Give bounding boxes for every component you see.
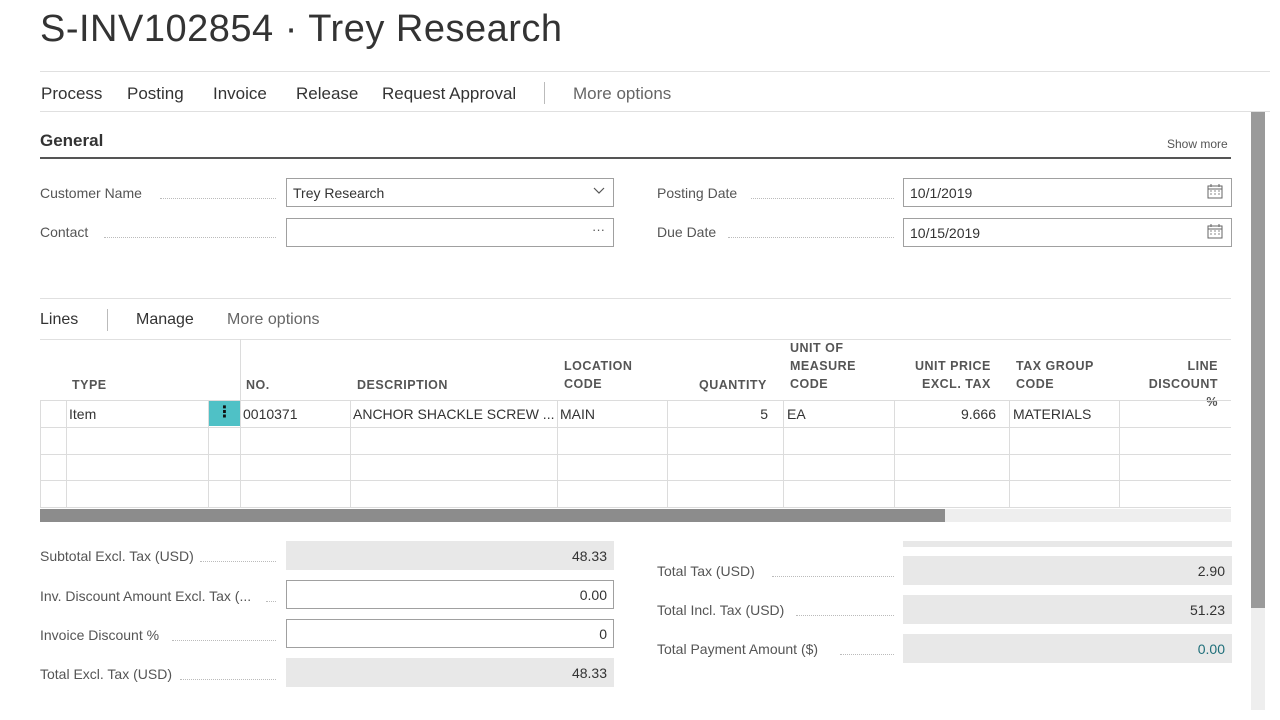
- cell-description[interactable]: ANCHOR SHACKLE SCREW ...: [353, 406, 555, 422]
- leader-dots: [728, 236, 894, 238]
- tab-lines[interactable]: Lines: [40, 311, 78, 329]
- action-more-options[interactable]: More options: [573, 84, 671, 104]
- total-excl-tax-label: Total Excl. Tax (USD): [40, 666, 172, 682]
- action-request-approval[interactable]: Request Approval: [382, 84, 516, 104]
- due-date-value: 10/15/2019: [910, 225, 981, 241]
- grid-row-line: [40, 454, 1231, 455]
- col-header-location-code[interactable]: LOCATION CODE: [564, 357, 632, 393]
- leader-dots: [266, 600, 276, 602]
- grid-row-line: [40, 480, 1231, 481]
- tab-more-options[interactable]: More options: [227, 311, 320, 329]
- posting-date-label: Posting Date: [657, 185, 738, 201]
- action-invoice[interactable]: Invoice: [213, 84, 267, 104]
- cell-location-code[interactable]: MAIN: [560, 406, 595, 422]
- leader-dots: [772, 575, 894, 577]
- col-header-unit-price[interactable]: UNIT PRICE EXCL. TAX: [915, 357, 991, 393]
- tab-manage[interactable]: Manage: [136, 311, 194, 329]
- cell-uom-code[interactable]: EA: [787, 406, 806, 422]
- leader-dots: [796, 614, 894, 616]
- grid-row-line: [40, 507, 1231, 508]
- grid-row-line: [40, 427, 1231, 428]
- col-header-description[interactable]: DESCRIPTION: [357, 376, 448, 394]
- cell-tax-group[interactable]: MATERIALS: [1013, 406, 1091, 422]
- calendar-icon[interactable]: [1207, 224, 1223, 242]
- col-header-line-discount[interactable]: LINE DISCOUNT %: [1134, 357, 1218, 411]
- leader-dots: [104, 236, 276, 238]
- leader-dots: [172, 639, 276, 641]
- header-line: DISCOUNT %: [1148, 377, 1218, 409]
- inv-discount-amount-input[interactable]: 0.00: [286, 580, 614, 609]
- customer-name-field[interactable]: Trey Research: [286, 178, 614, 207]
- show-more-link[interactable]: Show more: [1167, 137, 1228, 151]
- action-process[interactable]: Process: [41, 84, 102, 104]
- leader-dots: [751, 197, 894, 199]
- ellipsis-icon[interactable]: ···: [592, 222, 605, 237]
- lines-tab-separator: [107, 309, 108, 331]
- customer-name-label: Customer Name: [40, 185, 142, 201]
- contact-field[interactable]: ···: [286, 218, 614, 247]
- due-date-label: Due Date: [657, 224, 717, 240]
- leader-dots: [840, 653, 894, 655]
- total-tax-value: 2.90: [903, 556, 1232, 585]
- action-separator: [544, 82, 545, 104]
- subtotal-value: 48.33: [286, 541, 614, 570]
- general-section-heading[interactable]: General: [40, 131, 103, 151]
- cell-quantity[interactable]: 5: [670, 406, 768, 422]
- total-excl-tax-value: 48.33: [286, 658, 614, 687]
- total-incl-tax-label: Total Incl. Tax (USD): [657, 602, 785, 618]
- header-line: TAX GROUP: [1016, 359, 1094, 373]
- chevron-down-icon[interactable]: [593, 184, 605, 199]
- col-header-uom-code[interactable]: UNIT OF MEASURE CODE: [790, 339, 856, 393]
- header-line: CODE: [564, 377, 603, 391]
- vertical-scrollbar-thumb[interactable]: [1251, 112, 1265, 608]
- cell-no[interactable]: 0010371: [243, 406, 298, 422]
- action-bar-divider: [40, 111, 1270, 112]
- posting-date-field[interactable]: 10/1/2019: [903, 178, 1232, 207]
- action-posting[interactable]: Posting: [127, 84, 184, 104]
- col-header-quantity[interactable]: QUANTITY: [699, 376, 767, 394]
- customer-name-value: Trey Research: [293, 185, 385, 201]
- leader-dots: [160, 197, 276, 199]
- calendar-icon[interactable]: [1207, 184, 1223, 202]
- cell-type[interactable]: Item: [69, 406, 96, 422]
- total-tax-label: Total Tax (USD): [657, 563, 755, 579]
- lines-header-divider: [40, 339, 1231, 340]
- header-line: UNIT PRICE: [915, 359, 991, 373]
- header-line: LINE: [1187, 359, 1218, 373]
- total-payment-value[interactable]: 0.00: [903, 634, 1232, 663]
- contact-label: Contact: [40, 224, 89, 240]
- total-payment-label: Total Payment Amount ($): [657, 641, 819, 657]
- cell-unit-price[interactable]: 9.666: [897, 406, 996, 422]
- readonly-field-strip: [903, 541, 1232, 547]
- lines-top-divider: [40, 298, 1231, 299]
- title-divider: [40, 71, 1270, 72]
- vertical-ellipsis-icon[interactable]: ⋮: [209, 401, 240, 426]
- col-header-no[interactable]: NO.: [246, 376, 270, 394]
- header-line: CODE: [790, 377, 829, 391]
- due-date-field[interactable]: 10/15/2019: [903, 218, 1232, 247]
- posting-date-value: 10/1/2019: [910, 185, 973, 201]
- page-title: S-INV102854 · Trey Research: [40, 8, 563, 50]
- header-line: CODE: [1016, 377, 1055, 391]
- header-line: LOCATION: [564, 359, 633, 373]
- col-header-type[interactable]: TYPE: [72, 376, 107, 394]
- action-release[interactable]: Release: [296, 84, 358, 104]
- general-section-rule: [40, 157, 1231, 159]
- leader-dots: [180, 678, 276, 680]
- invoice-discount-pct-input[interactable]: 0: [286, 619, 614, 648]
- header-line: EXCL. TAX: [921, 377, 991, 391]
- leader-dots: [200, 560, 276, 562]
- total-incl-tax-value: 51.23: [903, 595, 1232, 624]
- invoice-discount-pct-label: Invoice Discount %: [40, 627, 160, 643]
- subtotal-label: Subtotal Excl. Tax (USD): [40, 548, 194, 564]
- grid-column-line: [240, 339, 241, 508]
- header-line: MEASURE: [790, 359, 857, 373]
- total-payment-amount[interactable]: 0.00: [1198, 641, 1225, 657]
- horizontal-scrollbar-thumb[interactable]: [40, 509, 945, 522]
- col-header-tax-group[interactable]: TAX GROUP CODE: [1016, 357, 1094, 393]
- inv-discount-amount-label: Inv. Discount Amount Excl. Tax (...: [40, 588, 252, 604]
- header-line: UNIT OF: [790, 341, 844, 355]
